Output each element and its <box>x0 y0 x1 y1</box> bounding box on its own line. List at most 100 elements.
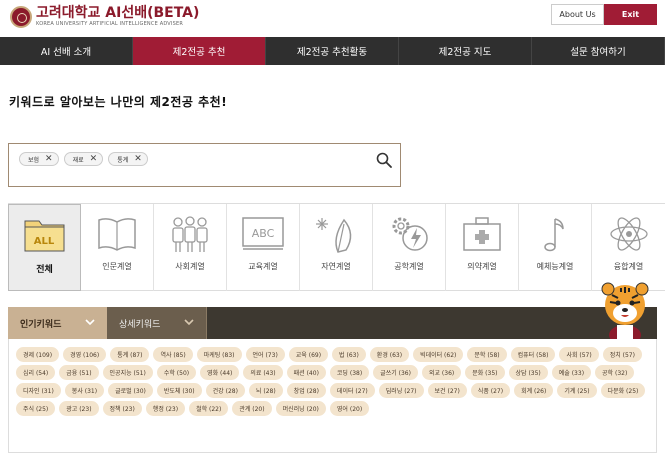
category-label: 인문계열 <box>102 262 132 271</box>
main-nav: AI 선배 소개 제2전공 추천 제2전공 추천활동 제2전공 지도 설문 참여… <box>0 37 665 65</box>
nav-item-map[interactable]: 제2전공 지도 <box>399 37 532 65</box>
logo-title: 고려대학교 AI선배(BETA) <box>36 5 200 21</box>
keyword-chip[interactable]: 환경 (63) <box>369 347 410 362</box>
keyword-cloud: 경제 (109) 경영 (106) 통계 (87) 역사 (85) 마케팅 (83) 언어… <box>8 339 657 453</box>
keyword-chip[interactable]: 주식 (25) <box>16 401 56 416</box>
keyword-chip[interactable]: 수학 (50) <box>156 365 197 380</box>
chalkboard-icon: ABC <box>242 217 284 250</box>
keyword-chip[interactable]: 딥러닝 (27) <box>378 383 424 398</box>
keyword-chip[interactable]: 언어 (73) <box>245 347 285 362</box>
logo[interactable]: 고려대학교 AI선배(BETA) KOREA UNIVERSITY ARTIFI… <box>10 6 199 28</box>
category-label: 교육계열 <box>248 262 278 271</box>
keyword-chip[interactable]: 사회 (57) <box>559 347 599 362</box>
keyword-chip[interactable]: 디자인 (31) <box>16 383 61 398</box>
category-label: 전체 <box>36 265 53 275</box>
category-humanities[interactable]: 인문계열 <box>81 204 154 291</box>
category-tabs: ALL 전체 인문계열 사회계열 ABC 교육계열 자연계열 공학계열 의약계열… <box>8 203 665 291</box>
keyword-chip[interactable]: 빅데이터 (62) <box>413 347 464 362</box>
keyword-chip[interactable]: 금융 (51) <box>59 365 99 380</box>
tiger-mascot-icon <box>601 282 649 345</box>
remove-tag-icon[interactable]: ✕ <box>45 154 53 164</box>
keyword-chip[interactable]: 광고 (23) <box>59 401 99 416</box>
keyword-chip[interactable]: 봉사 (31) <box>64 383 105 398</box>
keyword-chip[interactable]: 정책 (23) <box>102 401 142 416</box>
keyword-chip[interactable]: 교육 (69) <box>288 347 329 362</box>
keyword-chip[interactable]: 코딩 (38) <box>329 365 370 380</box>
keyword-chip[interactable]: 예술 (33) <box>551 365 592 380</box>
keyword-chip[interactable]: 영화 (44) <box>200 365 240 380</box>
remove-tag-icon[interactable]: ✕ <box>134 154 142 164</box>
keyword-chip[interactable]: 외교 (36) <box>421 365 462 380</box>
keyword-chip[interactable]: 데이터 (27) <box>329 383 375 398</box>
keyword-chip[interactable]: 글로벌 (30) <box>108 383 153 398</box>
nav-item-intro[interactable]: AI 선배 소개 <box>0 37 133 65</box>
folder-badge-text: ALL <box>33 236 54 247</box>
people-icon <box>172 216 208 252</box>
logo-subtitle: KOREA UNIVERSITY ARTIFICIAL INTELLIGENCE… <box>36 21 184 27</box>
keyword-chip[interactable]: 영어 (20) <box>329 401 370 416</box>
tag-chip: 재료 ✕ <box>63 152 104 166</box>
keyword-chip[interactable]: 철학 (22) <box>189 401 229 416</box>
nav-item-recommend[interactable]: 제2전공 추천 <box>133 37 266 65</box>
chevron-down-icon <box>85 319 95 326</box>
search-input[interactable]: 보험 ✕ 재료 ✕ 통계 ✕ <box>8 143 401 187</box>
about-us-button[interactable]: About Us <box>551 4 604 25</box>
keyword-chip[interactable]: 인공지능 (51) <box>102 365 153 380</box>
keyword-chip[interactable]: 다문화 (25) <box>600 383 646 398</box>
category-arts[interactable]: 예체능계열 <box>519 204 592 291</box>
keyword-chip[interactable]: 의료 (43) <box>243 365 283 380</box>
tag-chip: 통계 ✕ <box>108 152 148 166</box>
category-natural[interactable]: 자연계열 <box>300 204 373 291</box>
remove-tag-icon[interactable]: ✕ <box>90 154 98 164</box>
keyword-chip[interactable]: 기계 (25) <box>557 383 597 398</box>
category-all[interactable]: ALL 전체 <box>8 204 81 291</box>
keyword-chip[interactable]: 식품 (27) <box>470 383 511 398</box>
search-icon[interactable] <box>376 152 392 168</box>
tag-label: 재료 <box>72 156 84 164</box>
book-icon <box>98 218 136 251</box>
keyword-chip[interactable]: 뇌 (28) <box>248 383 283 398</box>
tab-popular-keywords[interactable]: 인기키워드 <box>8 307 107 339</box>
tag-chip: 보험 ✕ <box>19 152 59 166</box>
keyword-chip[interactable]: 역사 (85) <box>153 347 193 362</box>
category-medical[interactable]: 의약계열 <box>446 204 519 291</box>
keyword-chip[interactable]: 행정 (23) <box>145 401 186 416</box>
keyword-chip[interactable]: 보건 (27) <box>427 383 467 398</box>
keyword-chip[interactable]: 글쓰기 (36) <box>373 365 418 380</box>
nav-item-activities[interactable]: 제2전공 추천활동 <box>266 37 399 65</box>
keyword-chip[interactable]: 관계 (20) <box>232 401 272 416</box>
folder-all-icon: ALL <box>24 220 64 252</box>
keyword-chip[interactable]: 정치 (57) <box>602 347 642 362</box>
category-social[interactable]: 사회계열 <box>154 204 227 291</box>
keyword-chip[interactable]: 심리 (54) <box>16 365 56 380</box>
keyword-chip[interactable]: 상담 (35) <box>508 365 548 380</box>
tab-label: 상세키워드 <box>119 319 161 330</box>
exit-button[interactable]: Exit <box>604 4 657 25</box>
page-title: 키워드로 알아보는 나만의 제2전공 추천! <box>9 95 228 109</box>
keyword-chip[interactable]: 경영 (106) <box>63 347 107 362</box>
category-label: 예체능계열 <box>536 262 574 271</box>
keyword-chip[interactable]: 머신러닝 (20) <box>275 401 326 416</box>
keyword-chip[interactable]: 반도체 (30) <box>156 383 202 398</box>
category-education[interactable]: ABC 교육계열 <box>227 204 300 291</box>
tab-detail-keywords[interactable]: 상세키워드 <box>107 307 207 339</box>
keyword-tab-bar: 인기키워드 상세키워드 <box>8 307 657 339</box>
keyword-chip[interactable]: 창업 (28) <box>286 383 326 398</box>
keyword-chip[interactable]: 통계 (87) <box>110 347 150 362</box>
keyword-chip[interactable]: 경제 (109) <box>16 347 60 362</box>
header: 고려대학교 AI선배(BETA) KOREA UNIVERSITY ARTIFI… <box>0 0 665 37</box>
keyword-chip[interactable]: 공학 (32) <box>595 365 635 380</box>
keyword-chip[interactable]: 회계 (26) <box>514 383 554 398</box>
keyword-chip[interactable]: 법 (63) <box>332 347 366 362</box>
music-note-icon <box>544 218 564 252</box>
category-engineering[interactable]: 공학계열 <box>373 204 446 291</box>
category-label: 의약계열 <box>467 262 497 271</box>
keyword-chip[interactable]: 패션 (40) <box>286 365 326 380</box>
keyword-chip[interactable]: 문학 (58) <box>467 347 507 362</box>
keyword-chip[interactable]: 문화 (35) <box>465 365 505 380</box>
category-label: 융합계열 <box>613 262 644 271</box>
keyword-chip[interactable]: 마케팅 (83) <box>196 347 242 362</box>
nav-item-survey[interactable]: 설문 참여하기 <box>532 37 665 65</box>
keyword-chip[interactable]: 컴퓨터 (58) <box>510 347 556 362</box>
keyword-chip[interactable]: 건강 (28) <box>205 383 245 398</box>
